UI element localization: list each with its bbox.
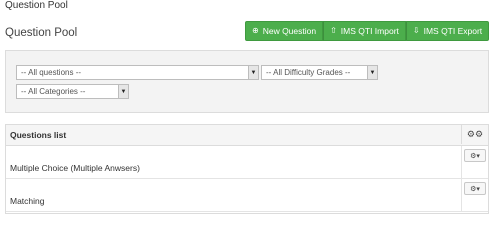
- difficulty-filter-select[interactable]: -- All Difficulty Grades -- ▼: [261, 65, 378, 80]
- page-title: Question Pool: [5, 27, 78, 39]
- row-actions: ⚙▾: [461, 146, 488, 178]
- breadcrumb[interactable]: Question Pool: [5, 0, 68, 11]
- questions-list-header: Questions list ⚙⚙: [6, 125, 488, 146]
- chevron-down-icon: ▼: [367, 66, 377, 79]
- toolbar-button-group: ⊕ New Question ⇧ IMS QTI Import ⇩ IMS QT…: [245, 21, 490, 41]
- download-icon: ⇩: [412, 26, 420, 35]
- questions-list-title: Questions list: [10, 130, 67, 140]
- ims-qti-export-button[interactable]: ⇩ IMS QTI Export: [405, 21, 490, 41]
- ims-qti-export-label: IMS QTI Export: [423, 26, 483, 36]
- row-actions-button[interactable]: ⚙▾: [464, 149, 486, 162]
- categories-filter-value: -- All Categories --: [21, 87, 86, 96]
- questions-list-panel: Questions list ⚙⚙ Multiple Choice (Multi…: [5, 124, 489, 214]
- question-label: Multiple Choice (Multiple Anwsers): [10, 163, 140, 173]
- row-actions-button[interactable]: ⚙▾: [464, 182, 486, 195]
- filter-panel: -- All questions -- ▼ -- All Difficulty …: [5, 50, 489, 113]
- ims-qti-import-button[interactable]: ⇧ IMS QTI Import: [323, 21, 406, 41]
- new-question-button[interactable]: ⊕ New Question: [245, 21, 324, 41]
- gear-icon: ⚙▾: [470, 185, 480, 193]
- ims-qti-import-label: IMS QTI Import: [340, 26, 399, 36]
- row-actions: ⚙▾: [461, 179, 488, 211]
- question-label: Matching: [10, 196, 45, 206]
- questions-filter-select[interactable]: -- All questions -- ▼: [16, 65, 259, 80]
- list-item[interactable]: Matching ⚙▾: [6, 179, 488, 212]
- gears-icon[interactable]: ⚙⚙: [461, 125, 488, 144]
- difficulty-filter-value: -- All Difficulty Grades --: [266, 68, 351, 77]
- plus-circle-icon: ⊕: [252, 26, 259, 35]
- list-item[interactable]: Multiple Choice (Multiple Anwsers) ⚙▾: [6, 146, 488, 179]
- chevron-down-icon: ▼: [248, 66, 258, 79]
- new-question-label: New Question: [262, 26, 317, 36]
- gear-icon: ⚙▾: [470, 152, 480, 160]
- chevron-down-icon: ▼: [118, 85, 128, 98]
- upload-icon: ⇧: [330, 26, 337, 35]
- questions-filter-value: -- All questions --: [21, 68, 82, 77]
- question-pool-page: Question Pool Question Pool ⊕ New Questi…: [0, 0, 500, 214]
- categories-filter-select[interactable]: -- All Categories -- ▼: [16, 84, 129, 99]
